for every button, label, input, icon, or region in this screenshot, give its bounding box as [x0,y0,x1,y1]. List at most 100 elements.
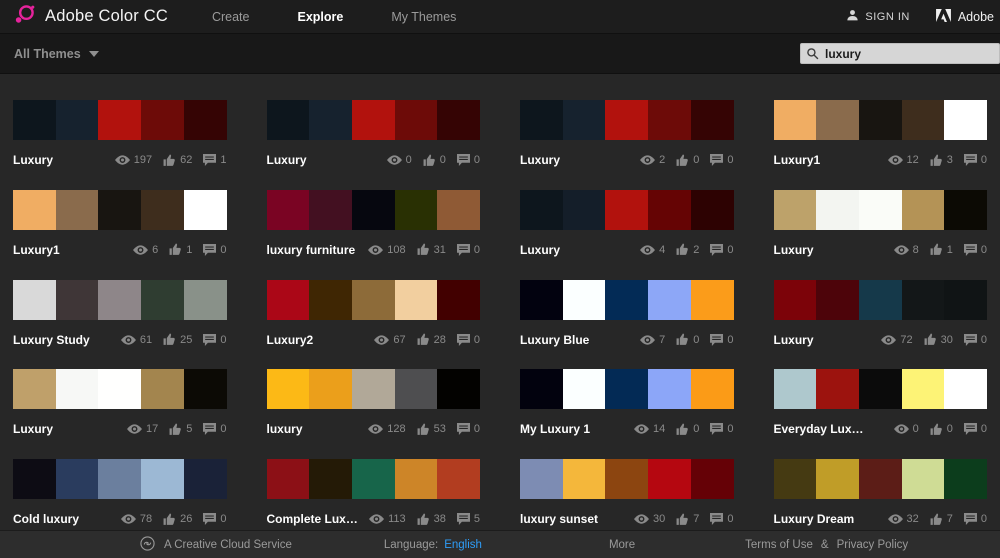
color-swatch[interactable] [901,189,945,230]
likes-stat[interactable]: 30 [924,333,953,346]
theme-card[interactable]: Everyday Lux… 0 0 0 [773,369,988,440]
color-swatch[interactable] [901,369,945,410]
swatch-strip[interactable] [520,189,734,230]
theme-title[interactable]: Complete Lux… [267,512,358,526]
likes-stat[interactable]: 26 [163,513,192,526]
comments-stat[interactable]: 0 [710,513,734,525]
color-swatch[interactable] [183,189,227,230]
color-swatch[interactable] [520,369,563,410]
comments-stat[interactable]: 0 [710,334,734,346]
color-swatch[interactable] [13,189,56,230]
swatch-strip[interactable] [773,459,988,500]
theme-card[interactable]: luxury 128 53 0 [266,369,481,440]
color-swatch[interactable] [773,189,817,230]
theme-card[interactable]: Luxury 17 5 0 [13,369,227,440]
privacy-link[interactable]: Privacy Policy [837,539,909,551]
theme-card[interactable]: Luxury 72 30 0 [773,279,988,351]
color-swatch[interactable] [55,100,99,140]
comments-stat[interactable]: 0 [963,513,987,525]
color-swatch[interactable] [55,279,99,320]
comments-stat[interactable]: 0 [456,334,480,346]
color-swatch[interactable] [266,459,310,500]
color-swatch[interactable] [816,189,859,230]
color-swatch[interactable] [773,459,817,500]
color-swatch[interactable] [858,459,902,500]
likes-stat[interactable]: 38 [417,513,446,526]
color-swatch[interactable] [351,369,395,410]
swatch-strip[interactable] [266,189,481,230]
theme-card[interactable]: luxury furniture 108 31 0 [266,189,481,261]
color-swatch[interactable] [309,279,352,320]
color-swatch[interactable] [562,369,606,410]
color-swatch[interactable] [55,369,99,410]
color-swatch[interactable] [773,100,817,140]
color-swatch[interactable] [773,369,817,410]
swatch-strip[interactable] [266,279,481,320]
comments-stat[interactable]: 0 [203,423,227,435]
theme-title[interactable]: luxury [267,422,303,436]
swatch-strip[interactable] [266,369,481,410]
comments-stat[interactable]: 0 [963,423,987,435]
theme-title[interactable]: Luxury [520,243,560,257]
color-swatch[interactable] [309,100,352,140]
color-swatch[interactable] [266,369,310,410]
theme-card[interactable]: Luxury Dream 32 7 0 [773,459,988,530]
color-swatch[interactable] [437,369,481,410]
nav-my-themes[interactable]: My Themes [391,10,456,24]
color-swatch[interactable] [901,100,945,140]
color-swatch[interactable] [690,369,734,410]
color-swatch[interactable] [648,100,691,140]
theme-title[interactable]: Luxury1 [13,243,60,257]
comments-stat[interactable]: 5 [456,513,480,525]
color-swatch[interactable] [98,100,142,140]
theme-title[interactable]: Luxury [520,153,560,167]
theme-card[interactable]: Luxury Study 61 25 0 [13,279,227,351]
color-swatch[interactable] [309,189,352,230]
color-swatch[interactable] [141,100,184,140]
theme-card[interactable]: Luxury 8 1 0 [773,189,988,261]
likes-stat[interactable]: 7 [930,513,953,526]
color-swatch[interactable] [394,459,438,500]
color-swatch[interactable] [605,459,649,500]
color-swatch[interactable] [690,100,734,140]
color-swatch[interactable] [690,279,734,320]
color-swatch[interactable] [141,189,184,230]
color-swatch[interactable] [13,279,56,320]
search-input[interactable] [800,43,1000,64]
theme-card[interactable]: Luxury1 6 1 0 [13,189,227,261]
swatch-strip[interactable] [13,100,227,140]
more-link[interactable]: More [609,539,635,551]
likes-stat[interactable]: 0 [676,423,699,436]
color-swatch[interactable] [858,100,902,140]
color-swatch[interactable] [944,459,988,500]
color-swatch[interactable] [648,189,691,230]
theme-card[interactable]: Luxury 2 0 0 [520,100,734,171]
color-swatch[interactable] [55,459,99,500]
comments-stat[interactable]: 0 [710,244,734,256]
likes-stat[interactable]: 2 [676,243,699,256]
theme-card[interactable]: Luxury Blue 7 0 0 [520,279,734,351]
color-swatch[interactable] [351,100,395,140]
comments-stat[interactable]: 0 [963,244,987,256]
color-swatch[interactable] [520,189,563,230]
swatch-strip[interactable] [520,369,734,410]
theme-title[interactable]: Luxury [13,422,53,436]
theme-title[interactable]: Everyday Lux… [774,422,864,436]
color-swatch[interactable] [901,279,945,320]
color-swatch[interactable] [141,279,184,320]
theme-title[interactable]: Cold luxury [13,512,79,526]
swatch-strip[interactable] [13,459,227,500]
swatch-strip[interactable] [520,279,734,320]
swatch-strip[interactable] [266,100,481,140]
theme-title[interactable]: Luxury [13,153,53,167]
color-swatch[interactable] [690,189,734,230]
swatch-strip[interactable] [773,100,988,140]
color-swatch[interactable] [605,100,649,140]
comments-stat[interactable]: 0 [203,513,227,525]
color-swatch[interactable] [901,459,945,500]
likes-stat[interactable]: 0 [676,154,699,167]
color-swatch[interactable] [605,189,649,230]
likes-stat[interactable]: 53 [417,423,446,436]
color-swatch[interactable] [858,279,902,320]
comments-stat[interactable]: 1 [203,154,227,166]
